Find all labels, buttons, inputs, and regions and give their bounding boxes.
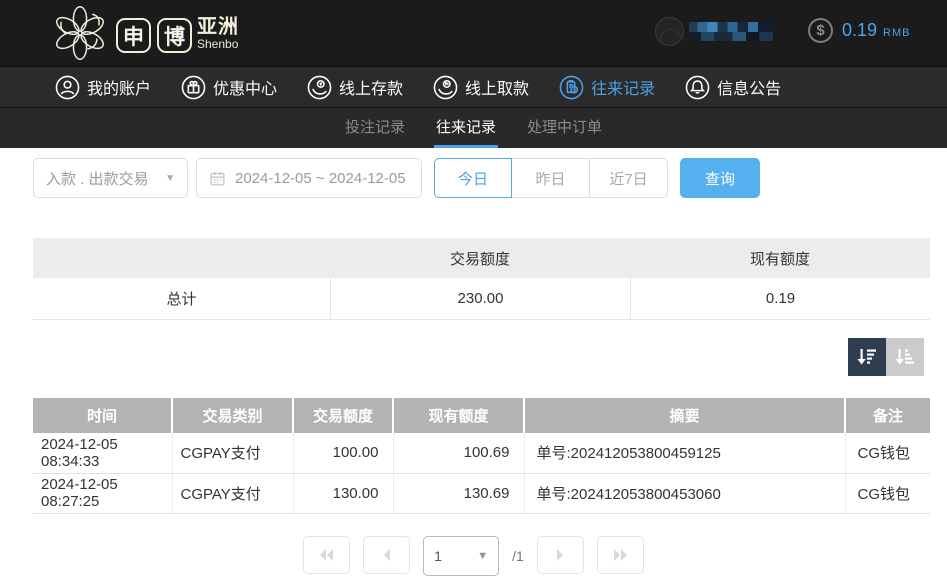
page-total-label: /1 [512, 536, 524, 564]
cell-summary: 单号:202412053800459125 [524, 433, 845, 473]
chevron-down-icon: ▼ [165, 173, 175, 184]
tab-pending-orders[interactable]: 处理中订单 [525, 108, 604, 148]
summary-table: 交易额度 现有额度 总计 230.00 0.19 [33, 238, 930, 320]
balance-value: 0.19 [842, 20, 877, 41]
double-chevron-right-icon [611, 547, 629, 563]
sort-ascending-button[interactable] [886, 338, 924, 376]
sort-descending-button[interactable] [848, 338, 886, 376]
nav-item-announcements[interactable]: 信息公告 [685, 75, 781, 100]
nav-label: 线上取款 [465, 75, 529, 99]
col-trade-type: 交易类别 [172, 398, 293, 433]
nav-label: 优惠中心 [213, 75, 277, 99]
logo-text: 亚洲 Shenbo [197, 17, 239, 51]
cell-summary: 单号:202412053800453060 [524, 473, 845, 513]
today-button[interactable]: 今日 [434, 158, 512, 198]
summary-header-empty [33, 238, 330, 278]
col-trade-amount: 交易额度 [293, 398, 393, 433]
last-7-days-button[interactable]: 近7日 [590, 158, 668, 198]
deposit-icon [307, 75, 332, 100]
summary-total-row: 总计 230.00 0.19 [33, 278, 930, 320]
double-chevron-left-icon [318, 547, 336, 563]
tab-bet-records[interactable]: 投注记录 [343, 108, 407, 148]
gift-icon [181, 75, 206, 100]
cell-trade-amount: 100.00 [293, 433, 393, 473]
col-summary: 摘要 [524, 398, 845, 433]
bell-icon [685, 75, 710, 100]
summary-header-trade-amount: 交易额度 [330, 238, 630, 278]
username-blurred[interactable] [689, 22, 773, 41]
withdraw-icon [433, 75, 458, 100]
nav-item-promotions[interactable]: 优惠中心 [181, 75, 277, 100]
chevron-left-icon [378, 547, 396, 563]
chevron-right-icon [551, 547, 569, 563]
summary-trade-amount: 230.00 [330, 278, 630, 319]
date-range-value: 2024-12-05 ~ 2024-12-05 [235, 170, 406, 187]
summary-current-amount: 0.19 [630, 278, 930, 319]
quick-date-buttons: 今日 昨日 近7日 [434, 158, 668, 198]
main-nav: 我的账户 优惠中心 线上存款 线上取款 往来记录 信息公告 [0, 66, 947, 107]
nav-label: 往来记录 [591, 75, 655, 99]
tab-transaction-records[interactable]: 往来记录 [434, 108, 498, 148]
nav-label: 线上存款 [339, 75, 403, 99]
avatar[interactable] [655, 17, 684, 46]
prev-page-button[interactable] [363, 536, 410, 574]
cell-trade-type: CGPAY支付 [172, 433, 293, 473]
page-select-value: 1 [434, 548, 442, 564]
cell-current-amount: 100.69 [393, 433, 524, 473]
sort-ascending-icon [894, 346, 916, 368]
col-remarks: 备注 [845, 398, 930, 433]
cell-remarks: CG钱包 [845, 433, 930, 473]
sort-controls [848, 338, 924, 376]
next-page-button[interactable] [537, 536, 584, 574]
cell-trade-type: CGPAY支付 [172, 473, 293, 513]
first-page-button[interactable] [303, 536, 350, 574]
chevron-down-icon: ▼ [477, 550, 488, 562]
select-value: 入款 . 出款交易 [46, 168, 149, 189]
last-page-button[interactable] [597, 536, 644, 574]
records-table: 时间 交易类别 交易额度 现有额度 摘要 备注 2024-12-05 08:34… [33, 398, 930, 514]
nav-label: 信息公告 [717, 75, 781, 99]
cell-trade-amount: 130.00 [293, 473, 393, 513]
balance-area[interactable]: $ 0.19 RMB [808, 18, 911, 43]
filter-bar: 入款 . 出款交易 ▼ 2024-12-05 ~ 2024-12-05 今日 昨… [0, 158, 947, 198]
calendar-icon [209, 170, 226, 187]
logo-en-text: Shenbo [197, 38, 239, 51]
summary-header-current-amount: 现有额度 [630, 238, 930, 278]
nav-item-withdraw[interactable]: 线上取款 [433, 75, 529, 100]
page-select[interactable]: 1 ▼ [423, 536, 499, 576]
date-range-picker[interactable]: 2024-12-05 ~ 2024-12-05 [196, 158, 422, 198]
summary-total-label: 总计 [33, 278, 330, 319]
col-current-amount: 现有额度 [393, 398, 524, 433]
flower-logo-icon [50, 3, 110, 63]
cell-time: 2024-12-05 08:27:25 [33, 473, 172, 513]
cell-current-amount: 130.69 [393, 473, 524, 513]
dollar-coin-icon: $ [808, 18, 833, 43]
nav-item-my-account[interactable]: 我的账户 [55, 75, 151, 100]
nav-label: 我的账户 [87, 75, 151, 99]
table-row: 2024-12-05 08:27:25 CGPAY支付 130.00 130.6… [33, 473, 930, 513]
col-time: 时间 [33, 398, 172, 433]
nav-item-transactions[interactable]: 往来记录 [559, 75, 655, 100]
logo-char-box: 博 [157, 18, 192, 53]
logo-char-box: 申 [116, 18, 151, 53]
transaction-type-select[interactable]: 入款 . 出款交易 ▼ [33, 158, 188, 198]
yesterday-button[interactable]: 昨日 [512, 158, 590, 198]
cell-time: 2024-12-05 08:34:33 [33, 433, 172, 473]
sub-nav: 投注记录 往来记录 处理中订单 [0, 107, 947, 148]
summary-header-row: 交易额度 现有额度 [33, 238, 930, 278]
logo-region-text: 亚洲 [197, 17, 239, 38]
records-icon [559, 75, 584, 100]
top-header: 申 博 亚洲 Shenbo $ 0.19 RMB [0, 0, 947, 66]
cell-remarks: CG钱包 [845, 473, 930, 513]
query-button[interactable]: 查询 [680, 158, 760, 198]
records-header-row: 时间 交易类别 交易额度 现有额度 摘要 备注 [33, 398, 930, 433]
balance-currency: RMB [883, 23, 910, 39]
pagination: 1 ▼ /1 [0, 536, 947, 576]
sort-descending-icon [856, 346, 878, 368]
user-icon [55, 75, 80, 100]
table-row: 2024-12-05 08:34:33 CGPAY支付 100.00 100.6… [33, 433, 930, 473]
nav-item-deposit[interactable]: 线上存款 [307, 75, 403, 100]
